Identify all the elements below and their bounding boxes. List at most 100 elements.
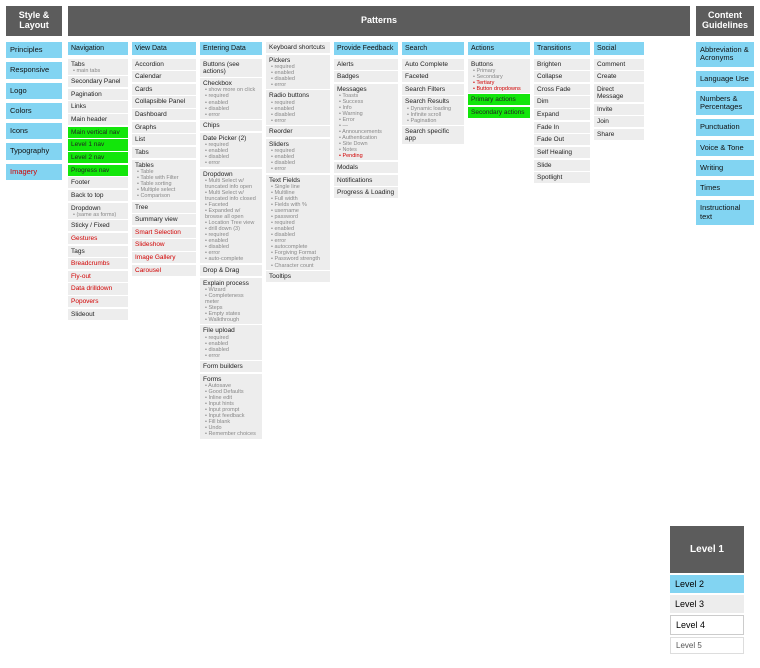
list-sub-item[interactable]: • Comparison — [135, 193, 193, 199]
list-item[interactable]: Spotlight — [534, 172, 590, 183]
list-sub-item[interactable]: • Pending — [337, 153, 395, 159]
list-item[interactable]: Search specific app — [402, 126, 464, 144]
list-sub-item[interactable]: • error — [269, 166, 327, 172]
list-item[interactable]: Collapsible Panel — [132, 96, 196, 107]
list-item[interactable]: Footer — [68, 177, 128, 188]
list-item[interactable]: Radio buttons• required• enabled• disabl… — [266, 90, 330, 124]
list-sub-item[interactable]: • Password strength — [269, 256, 327, 262]
style-pill[interactable]: Colors — [6, 103, 62, 119]
list-item[interactable]: Primary actions — [468, 94, 530, 105]
content-pill[interactable]: Abbreviation & Acronyms — [696, 42, 754, 67]
list-item[interactable]: Tables• Table• Table with Filter• Table … — [132, 160, 196, 200]
list-item[interactable]: Level 2 nav — [68, 152, 128, 163]
list-item[interactable]: Main vertical nav — [68, 127, 128, 138]
list-item[interactable]: Progress nav — [68, 165, 128, 176]
list-item[interactable]: Invite — [594, 104, 644, 115]
list-item[interactable]: File upload• required• enabled• disabled… — [200, 325, 262, 359]
list-item[interactable]: Dropdown• (same as forms) — [68, 203, 128, 219]
tab-content-guidelines[interactable]: Content Guidelines — [696, 6, 754, 36]
list-item[interactable]: Drop & Drag — [200, 265, 262, 276]
list-item[interactable]: Pickers• required• enabled• disabled• er… — [266, 55, 330, 89]
list-item[interactable]: Cross Fade — [534, 84, 590, 95]
list-item[interactable]: Tags — [68, 246, 128, 257]
list-item[interactable]: Fade Out — [534, 134, 590, 145]
list-item[interactable]: Sliders• required• enabled• disabled• er… — [266, 139, 330, 173]
list-sub-item[interactable]: • Pagination — [405, 118, 461, 124]
list-item[interactable]: Expand — [534, 109, 590, 120]
content-pill[interactable]: Punctuation — [696, 119, 754, 135]
list-item[interactable]: Back to top — [68, 190, 128, 201]
list-item[interactable]: Messages• Toasts• Success• Info• Warning… — [334, 84, 398, 161]
list-item[interactable]: Buttons• Primary• Secondary• Tertiary• B… — [468, 59, 530, 93]
list-item[interactable]: Slide — [534, 160, 590, 171]
content-pill[interactable]: Numbers & Percentages — [696, 91, 754, 116]
list-item[interactable]: Sticky / Fixed — [68, 220, 128, 231]
list-item[interactable]: Faceted — [402, 71, 464, 82]
list-item[interactable]: Keyboard shortcuts — [266, 42, 330, 53]
list-item[interactable]: Share — [594, 129, 644, 140]
list-item[interactable]: Accordion — [132, 59, 196, 70]
list-sub-item[interactable]: • error — [269, 82, 327, 88]
list-item[interactable]: Form builders — [200, 361, 262, 372]
list-item[interactable]: Slideshow — [132, 239, 196, 250]
list-item[interactable]: Chips — [200, 120, 262, 131]
list-item[interactable]: Modals — [334, 162, 398, 173]
list-item[interactable]: Comment — [594, 59, 644, 70]
style-pill[interactable]: Responsive — [6, 62, 62, 78]
list-item[interactable]: Tabs• main tabs — [68, 59, 128, 75]
list-item[interactable]: Carousel — [132, 265, 196, 276]
list-item[interactable]: Checkbox• show more on click• required• … — [200, 78, 262, 118]
list-item[interactable]: Secondary actions — [468, 107, 530, 118]
content-pill[interactable]: Writing — [696, 160, 754, 176]
list-item[interactable]: Calendar — [132, 71, 196, 82]
list-item[interactable]: Create — [594, 71, 644, 82]
list-item[interactable]: Progress & Loading — [334, 187, 398, 198]
list-item[interactable]: Links — [68, 101, 128, 112]
list-item[interactable]: Badges — [334, 71, 398, 82]
content-pill[interactable]: Instructional text — [696, 200, 754, 225]
style-pill[interactable]: Logo — [6, 83, 62, 99]
list-item[interactable]: Dim — [534, 96, 590, 107]
list-item[interactable]: Graphs — [132, 122, 196, 133]
list-sub-item[interactable]: • error — [269, 118, 327, 124]
list-item[interactable]: Direct Message — [594, 84, 644, 102]
list-item[interactable]: Tree — [132, 202, 196, 213]
list-item[interactable]: Breadcrumbs — [68, 258, 128, 269]
list-sub-item[interactable]: • Walkthrough — [203, 317, 259, 323]
list-sub-item[interactable]: • Remember choices — [203, 431, 259, 437]
list-sub-item[interactable]: • Expanded w/ browse all open — [203, 208, 259, 220]
list-sub-item[interactable]: • main tabs — [71, 68, 125, 74]
list-item[interactable]: Forms• Autosave• Good Defaults• Inline e… — [200, 374, 262, 439]
list-item[interactable]: List — [132, 134, 196, 145]
list-item[interactable]: Level 1 nav — [68, 139, 128, 150]
tab-style-layout[interactable]: Style & Layout — [6, 6, 62, 36]
list-item[interactable]: Tooltips — [266, 271, 330, 282]
list-item[interactable]: Search Results• Dynamic loading• Infinit… — [402, 96, 464, 124]
list-item[interactable]: Dropdown• Multi Select w/ truncated info… — [200, 169, 262, 264]
list-item[interactable]: Pagination — [68, 89, 128, 100]
list-sub-item[interactable]: • error — [203, 353, 259, 359]
list-item[interactable]: Join — [594, 116, 644, 127]
list-sub-item[interactable]: • Multi Select w/ truncated info open — [203, 178, 259, 190]
list-item[interactable]: Brighten — [534, 59, 590, 70]
list-item[interactable]: Alerts — [334, 59, 398, 70]
list-sub-item[interactable]: • (same as forms) — [71, 212, 125, 218]
list-item[interactable]: Buttons (see actions) — [200, 59, 262, 77]
list-sub-item[interactable]: • error — [203, 160, 259, 166]
style-pill[interactable]: Icons — [6, 123, 62, 139]
list-item[interactable]: Tabs — [132, 147, 196, 158]
list-item[interactable]: Data drilldown — [68, 283, 128, 294]
list-item[interactable]: Collapse — [534, 71, 590, 82]
list-item[interactable]: Dashboard — [132, 109, 196, 120]
list-item[interactable]: Gestures — [68, 233, 128, 244]
style-pill[interactable]: Imagery — [6, 164, 62, 180]
style-pill[interactable]: Typography — [6, 143, 62, 159]
list-sub-item[interactable]: • auto-complete — [203, 256, 259, 262]
list-item[interactable]: Summary view — [132, 214, 196, 225]
list-item[interactable]: Explain process• Wizard• Completeness me… — [200, 278, 262, 324]
style-pill[interactable]: Principles — [6, 42, 62, 58]
list-item[interactable]: Secondary Panel — [68, 76, 128, 87]
list-item[interactable]: Reorder — [266, 126, 330, 137]
list-sub-item[interactable]: • error — [203, 112, 259, 118]
list-item[interactable]: Cards — [132, 84, 196, 95]
